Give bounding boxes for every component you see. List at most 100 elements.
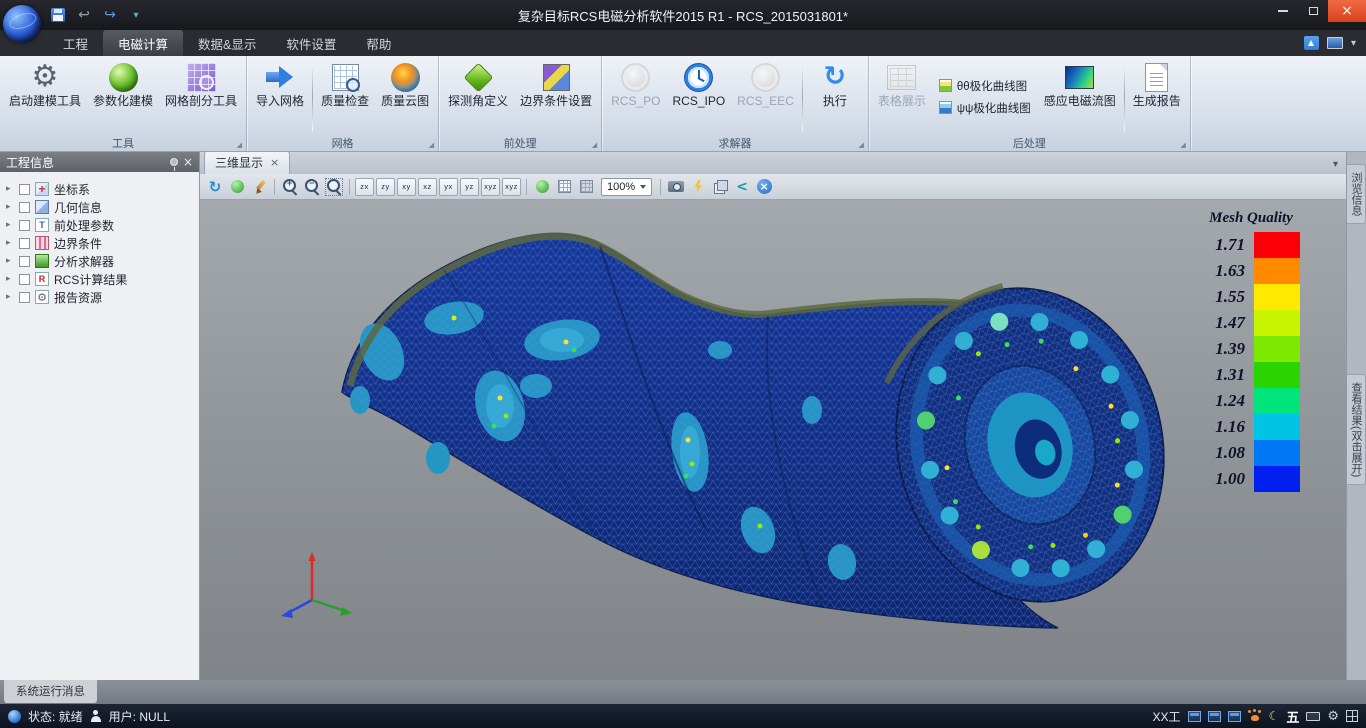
redo-button[interactable]: ↪ (102, 7, 118, 23)
checkbox[interactable] (19, 220, 30, 231)
tab-3d-display[interactable]: 三维显示 × (204, 151, 290, 174)
expander-icon[interactable]: ▸ (6, 274, 14, 284)
tree-item-preprocess-params[interactable]: ▸ 前处理参数 (0, 216, 199, 234)
parametric-modeling-button[interactable]: 参数化建模 (87, 58, 159, 135)
checkbox[interactable] (19, 184, 30, 195)
tree-item-geometry-info[interactable]: ▸ 几何信息 (0, 198, 199, 216)
keyboard-icon[interactable] (1306, 712, 1320, 721)
mesh-grid-icon[interactable] (576, 177, 596, 197)
quality-check-button[interactable]: 质量检查 (315, 58, 375, 135)
window-icon[interactable] (1228, 711, 1241, 722)
rcs-po-button: RCS_PO (605, 58, 666, 135)
checkbox[interactable] (19, 274, 30, 285)
close-icon[interactable]: × (270, 157, 279, 168)
tree-item-rcs-results[interactable]: ▸ RCS计算结果 (0, 270, 199, 288)
chevron-down-icon[interactable]: ▾ (1351, 38, 1356, 49)
expander-icon[interactable]: ▸ (6, 238, 14, 248)
maximize-button[interactable] (1298, 0, 1328, 22)
view-results-vertical-tab[interactable]: 查看结果(双击展开) (1347, 374, 1366, 485)
gear-icon[interactable]: ⚙ (1327, 709, 1339, 724)
view-orientation-button[interactable]: zx (355, 178, 374, 196)
tree-item-analysis-solver[interactable]: ▸ 分析求解器 (0, 252, 199, 270)
theta-polarization-curve-button[interactable]: θθ极化曲线图 (936, 77, 1034, 95)
expander-icon[interactable]: ▸ (6, 202, 14, 212)
checkbox[interactable] (19, 256, 30, 267)
zoom-in-icon[interactable] (280, 177, 300, 197)
expander-icon[interactable]: ▸ (6, 292, 14, 302)
dialog-launcher-icon[interactable]: ◢ (237, 142, 242, 149)
close-icon[interactable]: × (183, 156, 193, 168)
save-button[interactable] (50, 7, 66, 23)
viewport-canvas[interactable]: Mesh Quality 1.71 1.63 1.55 1.47 1.39 1.… (200, 200, 1346, 680)
dialog-launcher-icon[interactable]: ◢ (429, 142, 434, 149)
lightning-icon[interactable] (688, 177, 708, 197)
share-icon[interactable]: < (732, 177, 752, 197)
dialog-launcher-icon[interactable]: ◢ (592, 142, 597, 149)
tab-em-calculation[interactable]: 电磁计算 (103, 30, 183, 56)
execute-button[interactable]: ↻ 执行 (805, 58, 865, 135)
quality-cloud-map-button[interactable]: 质量云图 (375, 58, 435, 135)
chevron-down-icon[interactable]: ▾ (1333, 159, 1338, 170)
browse-info-vertical-tab[interactable]: 浏览信息 (1347, 164, 1366, 224)
pin-icon[interactable] (170, 158, 178, 166)
minimize-button[interactable] (1268, 0, 1298, 22)
shaded-view-icon[interactable] (532, 177, 552, 197)
expander-icon[interactable]: ▸ (6, 184, 14, 194)
view-orientation-button[interactable]: xyz (481, 178, 500, 196)
tab-software-settings[interactable]: 软件设置 (271, 30, 351, 56)
input-method-indicator[interactable]: 五 (1286, 707, 1299, 726)
close-button[interactable]: × (1328, 0, 1366, 22)
rcs-ipo-button[interactable]: RCS_IPO (666, 58, 731, 135)
tree-item-report-resources[interactable]: ▸ 报告资源 (0, 288, 199, 306)
expander-icon[interactable]: ▸ (6, 220, 14, 230)
checkbox[interactable] (19, 238, 30, 249)
generate-report-button[interactable]: 生成报告 (1127, 58, 1187, 135)
zoom-window-icon[interactable] (324, 177, 344, 197)
screenshot-icon[interactable] (666, 177, 686, 197)
edit-icon[interactable] (249, 177, 269, 197)
window-icon[interactable] (1188, 711, 1201, 722)
app-logo-icon[interactable] (3, 5, 41, 43)
view-orientation-button[interactable]: xyz (502, 178, 521, 196)
view-orientation-button[interactable]: yx (439, 178, 458, 196)
paw-icon[interactable] (1248, 710, 1262, 722)
quick-access-dropdown-icon[interactable]: ▾ (128, 7, 144, 23)
wireframe-icon[interactable] (554, 177, 574, 197)
psi-polarization-curve-button[interactable]: ψψ极化曲线图 (936, 99, 1034, 117)
tree-item-boundary-conditions[interactable]: ▸ 边界条件 (0, 234, 199, 252)
launch-modeling-tool-button[interactable]: ⚙ 启动建模工具 (3, 58, 87, 135)
probe-angle-button[interactable]: 探测角定义 (442, 58, 514, 135)
layers-icon[interactable] (710, 177, 730, 197)
ribbon-filler (1191, 56, 1366, 151)
tab-help[interactable]: 帮助 (351, 30, 406, 56)
tab-project[interactable]: 工程 (48, 30, 103, 56)
zoom-out-icon[interactable] (302, 177, 322, 197)
view-orientation-button[interactable]: xz (418, 178, 437, 196)
monitor-icon[interactable] (1327, 37, 1343, 49)
moon-icon[interactable]: ☾ (1269, 709, 1280, 723)
zoom-level-select[interactable]: 100% (601, 178, 652, 196)
checkbox[interactable] (19, 292, 30, 303)
mesh-partition-tool-button[interactable]: 网格剖分工具 (159, 58, 243, 135)
dialog-launcher-icon[interactable]: ◢ (858, 142, 863, 149)
induced-current-map-button[interactable]: 感应电磁流图 (1038, 58, 1122, 135)
close-view-icon[interactable]: × (754, 177, 774, 197)
expander-icon[interactable]: ▸ (6, 256, 14, 266)
render-mode-icon[interactable] (227, 177, 247, 197)
undo-button[interactable]: ↩ (76, 7, 92, 23)
view-orientation-button[interactable]: xy (397, 178, 416, 196)
window-icon[interactable] (1208, 711, 1221, 722)
import-mesh-button[interactable]: 导入网格 (250, 58, 310, 135)
checkbox[interactable] (19, 202, 30, 213)
tab-data-display[interactable]: 数据&显示 (183, 30, 271, 56)
up-arrow-icon[interactable] (1304, 36, 1319, 50)
boundary-conditions-button[interactable]: 边界条件设置 (514, 58, 598, 135)
grid-icon[interactable] (1346, 710, 1358, 722)
system-messages-tab[interactable]: 系统运行消息 (4, 680, 97, 703)
view-orientation-button[interactable]: zy (376, 178, 395, 196)
legend-swatch (1254, 284, 1300, 310)
rotate-view-icon[interactable]: ↻ (205, 177, 225, 197)
view-orientation-button[interactable]: yz (460, 178, 479, 196)
tree-item-coordinate-system[interactable]: ▸ 坐标系 (0, 180, 199, 198)
dialog-launcher-icon[interactable]: ◢ (1180, 142, 1185, 149)
